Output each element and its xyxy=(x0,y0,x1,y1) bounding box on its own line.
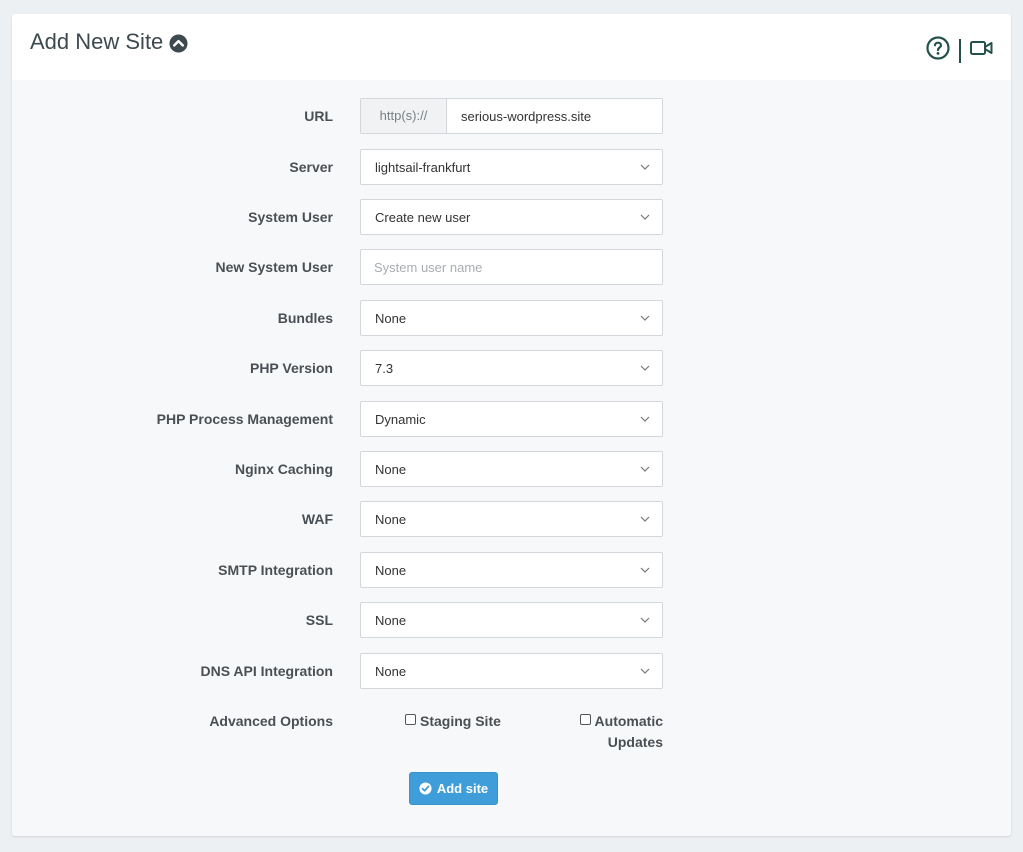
new-system-user-input[interactable] xyxy=(361,250,662,284)
automatic-updates-label-line1: Automatic xyxy=(594,713,663,729)
automatic-updates-checkbox[interactable] xyxy=(580,714,591,725)
php-version-value: 7.3 xyxy=(375,361,394,376)
panel-header: Add New Site xyxy=(12,14,1011,80)
php-version-row: PHP Version 7.3 xyxy=(12,350,1011,386)
chevron-up-circle-icon[interactable] xyxy=(169,33,188,53)
dns-api-label: DNS API Integration xyxy=(200,663,334,679)
url-value: serious-wordpress.site xyxy=(461,109,592,124)
ssl-value: None xyxy=(375,613,407,628)
bundles-label: Bundles xyxy=(277,310,333,326)
url-label: URL xyxy=(304,108,333,124)
php-version-label: PHP Version xyxy=(249,360,333,376)
new-system-user-field xyxy=(360,249,663,285)
server-row: Server lightsail-frankfurt xyxy=(12,149,1011,185)
ssl-label: SSL xyxy=(305,612,333,628)
smtp-select[interactable]: None xyxy=(360,552,663,588)
header-actions xyxy=(926,36,993,65)
server-select[interactable]: lightsail-frankfurt xyxy=(360,149,663,185)
automatic-updates-label-line2: Updates xyxy=(607,734,663,750)
chevron-down-icon xyxy=(640,516,650,522)
php-version-select[interactable]: 7.3 xyxy=(360,350,663,386)
chevron-down-icon xyxy=(640,617,650,623)
nginx-caching-label: Nginx Caching xyxy=(234,461,333,477)
dns-api-row: DNS API Integration None xyxy=(12,653,1011,689)
add-site-button-label: Add site xyxy=(436,781,489,796)
chevron-down-icon xyxy=(640,567,650,573)
chevron-down-icon xyxy=(640,416,650,422)
chevron-down-icon xyxy=(640,668,650,674)
waf-value: None xyxy=(375,512,407,527)
nginx-caching-select[interactable]: None xyxy=(360,451,663,487)
system-user-value: Create new user xyxy=(375,210,471,225)
new-system-user-label: New System User xyxy=(215,259,333,275)
staging-site-label: Staging Site xyxy=(420,713,501,729)
check-circle-icon xyxy=(419,782,432,795)
chevron-down-icon xyxy=(640,164,650,170)
smtp-value: None xyxy=(375,563,407,578)
nginx-caching-value: None xyxy=(375,462,407,477)
waf-select[interactable]: None xyxy=(360,501,663,537)
header-separator xyxy=(959,38,961,63)
dns-api-value: None xyxy=(375,664,407,679)
waf-row: WAF None xyxy=(12,501,1011,537)
new-system-user-row: New System User xyxy=(12,249,1011,285)
nginx-caching-row: Nginx Caching None xyxy=(12,451,1011,487)
smtp-label: SMTP Integration xyxy=(218,562,333,578)
chevron-down-icon xyxy=(640,315,650,321)
bundles-value: None xyxy=(375,311,407,326)
waf-label: WAF xyxy=(301,511,333,527)
chevron-down-icon xyxy=(640,214,650,220)
advanced-options-label: Advanced Options xyxy=(209,713,333,729)
bundles-select[interactable]: None xyxy=(360,300,663,336)
url-prefix: http(s):// xyxy=(361,99,447,133)
ssl-select[interactable]: None xyxy=(360,602,663,638)
php-process-row: PHP Process Management Dynamic xyxy=(12,401,1011,437)
chevron-down-icon xyxy=(640,466,650,472)
php-process-value: Dynamic xyxy=(375,412,426,427)
help-circle-icon[interactable] xyxy=(926,36,950,65)
bundles-row: Bundles None xyxy=(12,300,1011,336)
page-title: Add New Site xyxy=(30,29,188,55)
ssl-row: SSL None xyxy=(12,602,1011,638)
system-user-select[interactable]: Create new user xyxy=(360,199,663,235)
dns-api-select[interactable]: None xyxy=(360,653,663,689)
url-input[interactable]: http(s):// serious-wordpress.site xyxy=(360,98,663,134)
system-user-row: System User Create new user xyxy=(12,199,1011,235)
page-title-text: Add New Site xyxy=(30,29,164,54)
url-row: URL http(s):// serious-wordpress.site xyxy=(12,98,1011,134)
system-user-label: System User xyxy=(248,209,333,225)
staging-site-checkbox[interactable] xyxy=(405,714,416,725)
add-site-panel: Add New Site URL http(s):// serious-word… xyxy=(12,14,1011,836)
php-process-select[interactable]: Dynamic xyxy=(360,401,663,437)
video-camera-icon[interactable] xyxy=(970,39,993,62)
server-value: lightsail-frankfurt xyxy=(375,160,471,175)
chevron-down-icon xyxy=(640,365,650,371)
php-process-label: PHP Process Management xyxy=(156,411,333,427)
server-label: Server xyxy=(289,159,333,175)
smtp-row: SMTP Integration None xyxy=(12,552,1011,588)
add-site-button[interactable]: Add site xyxy=(409,772,498,805)
